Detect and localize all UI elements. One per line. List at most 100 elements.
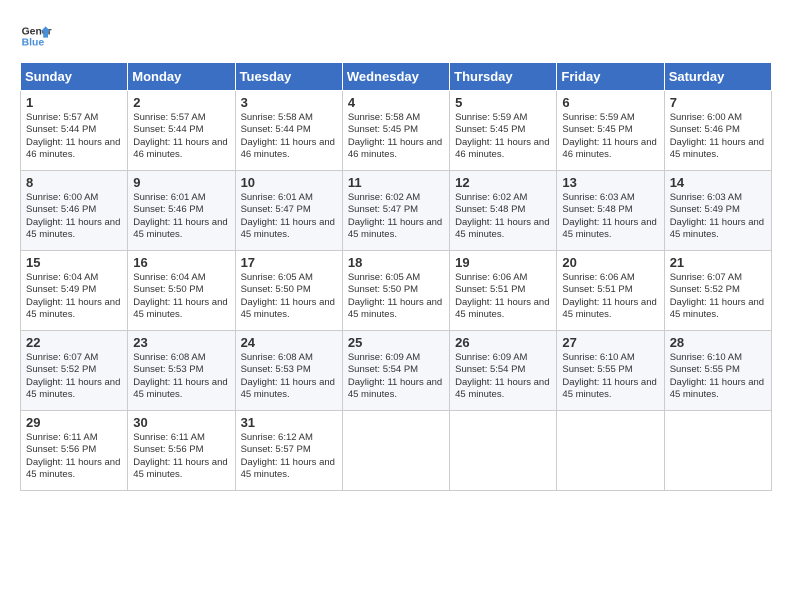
calendar-cell: 7 Sunrise: 6:00 AMSunset: 5:46 PMDaylight… [664, 91, 771, 171]
calendar-cell: 11 Sunrise: 6:02 AMSunset: 5:47 PMDayligh… [342, 171, 449, 251]
day-number: 15 [26, 255, 122, 270]
calendar-week-row: 22Sunrise: 6:07 AMSunset: 5:52 PMDayligh… [21, 331, 772, 411]
calendar-cell: 28 Sunrise: 6:10 AMSunset: 5:55 PMDayligh… [664, 331, 771, 411]
calendar-week-row: 15 Sunrise: 6:04 AMSunset: 5:49 PMDayligh… [21, 251, 772, 331]
header: General Blue [20, 20, 772, 52]
calendar-week-row: 1 Sunrise: 5:57 AMSunset: 5:44 PMDaylight… [21, 91, 772, 171]
calendar-header: SundayMondayTuesdayWednesdayThursdayFrid… [21, 63, 772, 91]
cell-content: Sunrise: 5:57 AMSunset: 5:44 PMDaylight:… [133, 112, 229, 161]
day-number: 12 [455, 175, 551, 190]
cell-content: Sunrise: 6:11 AMSunset: 5:56 PMDaylight:… [26, 432, 122, 481]
day-number: 11 [348, 175, 444, 190]
day-number: 21 [670, 255, 766, 270]
day-number: 10 [241, 175, 337, 190]
day-number: 29 [26, 415, 122, 430]
cell-content: Sunrise: 5:58 AMSunset: 5:45 PMDaylight:… [348, 112, 444, 161]
calendar-cell: 6Sunrise: 5:59 AMSunset: 5:45 PMDaylight… [557, 91, 664, 171]
cell-content: Sunrise: 6:05 AMSunset: 5:50 PMDaylight:… [348, 272, 444, 321]
day-number: 31 [241, 415, 337, 430]
day-number: 20 [562, 255, 658, 270]
cell-content: Sunrise: 6:12 AMSunset: 5:57 PMDaylight:… [241, 432, 337, 481]
calendar-cell: 21Sunrise: 6:07 AMSunset: 5:52 PMDayligh… [664, 251, 771, 331]
cell-content: Sunrise: 6:00 AMSunset: 5:46 PMDaylight:… [670, 112, 766, 161]
cell-content: Sunrise: 6:10 AMSunset: 5:55 PMDaylight:… [670, 352, 766, 401]
day-header-wednesday: Wednesday [342, 63, 449, 91]
day-number: 7 [670, 95, 766, 110]
day-number: 28 [670, 335, 766, 350]
day-number: 25 [348, 335, 444, 350]
day-header-saturday: Saturday [664, 63, 771, 91]
day-number: 14 [670, 175, 766, 190]
calendar-cell: 19 Sunrise: 6:06 AMSunset: 5:51 PMDayligh… [450, 251, 557, 331]
cell-content: Sunrise: 6:01 AMSunset: 5:46 PMDaylight:… [133, 192, 229, 241]
logo-icon: General Blue [20, 20, 52, 52]
cell-content: Sunrise: 6:00 AMSunset: 5:46 PMDaylight:… [26, 192, 122, 241]
calendar-cell: 30 Sunrise: 6:11 AMSunset: 5:56 PMDayligh… [128, 411, 235, 491]
calendar-cell: 14 Sunrise: 6:03 AMSunset: 5:49 PMDayligh… [664, 171, 771, 251]
calendar-cell: 13Sunrise: 6:03 AMSunset: 5:48 PMDayligh… [557, 171, 664, 251]
calendar-cell: 5 Sunrise: 5:59 AMSunset: 5:45 PMDaylight… [450, 91, 557, 171]
days-header-row: SundayMondayTuesdayWednesdayThursdayFrid… [21, 63, 772, 91]
cell-content: Sunrise: 6:08 AMSunset: 5:53 PMDaylight:… [133, 352, 229, 401]
cell-content: Sunrise: 6:03 AMSunset: 5:49 PMDaylight:… [670, 192, 766, 241]
day-number: 24 [241, 335, 337, 350]
calendar-cell: 18Sunrise: 6:05 AMSunset: 5:50 PMDayligh… [342, 251, 449, 331]
day-number: 13 [562, 175, 658, 190]
cell-content: Sunrise: 6:02 AMSunset: 5:48 PMDaylight:… [455, 192, 551, 241]
calendar-cell [450, 411, 557, 491]
calendar-body: 1 Sunrise: 5:57 AMSunset: 5:44 PMDaylight… [21, 91, 772, 491]
calendar-cell [664, 411, 771, 491]
day-number: 16 [133, 255, 229, 270]
cell-content: Sunrise: 6:01 AMSunset: 5:47 PMDaylight:… [241, 192, 337, 241]
day-number: 23 [133, 335, 229, 350]
calendar-cell: 8 Sunrise: 6:00 AMSunset: 5:46 PMDaylight… [21, 171, 128, 251]
day-number: 4 [348, 95, 444, 110]
cell-content: Sunrise: 6:08 AMSunset: 5:53 PMDaylight:… [241, 352, 337, 401]
cell-content: Sunrise: 6:05 AMSunset: 5:50 PMDaylight:… [241, 272, 337, 321]
day-number: 26 [455, 335, 551, 350]
calendar-week-row: 8 Sunrise: 6:00 AMSunset: 5:46 PMDaylight… [21, 171, 772, 251]
cell-content: Sunrise: 6:04 AMSunset: 5:49 PMDaylight:… [26, 272, 122, 321]
cell-content: Sunrise: 6:04 AMSunset: 5:50 PMDaylight:… [133, 272, 229, 321]
day-number: 2 [133, 95, 229, 110]
calendar-cell: 20 Sunrise: 6:06 AMSunset: 5:51 PMDayligh… [557, 251, 664, 331]
calendar-cell: 31 Sunrise: 6:12 AMSunset: 5:57 PMDayligh… [235, 411, 342, 491]
logo: General Blue [20, 20, 52, 52]
calendar-cell [342, 411, 449, 491]
day-number: 22 [26, 335, 122, 350]
calendar-cell: 29 Sunrise: 6:11 AMSunset: 5:56 PMDayligh… [21, 411, 128, 491]
calendar-table: SundayMondayTuesdayWednesdayThursdayFrid… [20, 62, 772, 491]
cell-content: Sunrise: 6:10 AMSunset: 5:55 PMDaylight:… [562, 352, 658, 401]
day-number: 30 [133, 415, 229, 430]
calendar-cell: 9 Sunrise: 6:01 AMSunset: 5:46 PMDaylight… [128, 171, 235, 251]
calendar-cell: 25Sunrise: 6:09 AMSunset: 5:54 PMDayligh… [342, 331, 449, 411]
cell-content: Sunrise: 6:06 AMSunset: 5:51 PMDaylight:… [562, 272, 658, 321]
svg-text:Blue: Blue [22, 38, 45, 49]
calendar-cell: 4 Sunrise: 5:58 AMSunset: 5:45 PMDaylight… [342, 91, 449, 171]
day-header-monday: Monday [128, 63, 235, 91]
cell-content: Sunrise: 6:02 AMSunset: 5:47 PMDaylight:… [348, 192, 444, 241]
cell-content: Sunrise: 6:06 AMSunset: 5:51 PMDaylight:… [455, 272, 551, 321]
calendar-cell: 27 Sunrise: 6:10 AMSunset: 5:55 PMDayligh… [557, 331, 664, 411]
day-number: 9 [133, 175, 229, 190]
cell-content: Sunrise: 6:11 AMSunset: 5:56 PMDaylight:… [133, 432, 229, 481]
day-header-thursday: Thursday [450, 63, 557, 91]
day-header-tuesday: Tuesday [235, 63, 342, 91]
day-header-sunday: Sunday [21, 63, 128, 91]
day-number: 27 [562, 335, 658, 350]
day-number: 5 [455, 95, 551, 110]
day-header-friday: Friday [557, 63, 664, 91]
day-number: 8 [26, 175, 122, 190]
cell-content: Sunrise: 5:59 AMSunset: 5:45 PMDaylight:… [455, 112, 551, 161]
calendar-cell: 16 Sunrise: 6:04 AMSunset: 5:50 PMDayligh… [128, 251, 235, 331]
day-number: 19 [455, 255, 551, 270]
calendar-cell: 3Sunrise: 5:58 AMSunset: 5:44 PMDaylight… [235, 91, 342, 171]
day-number: 1 [26, 95, 122, 110]
calendar-cell: 24 Sunrise: 6:08 AMSunset: 5:53 PMDayligh… [235, 331, 342, 411]
calendar-cell: 17Sunrise: 6:05 AMSunset: 5:50 PMDayligh… [235, 251, 342, 331]
calendar-cell: 2 Sunrise: 5:57 AMSunset: 5:44 PMDaylight… [128, 91, 235, 171]
day-number: 3 [241, 95, 337, 110]
calendar-cell [557, 411, 664, 491]
calendar-cell: 12 Sunrise: 6:02 AMSunset: 5:48 PMDayligh… [450, 171, 557, 251]
calendar-cell: 23 Sunrise: 6:08 AMSunset: 5:53 PMDayligh… [128, 331, 235, 411]
